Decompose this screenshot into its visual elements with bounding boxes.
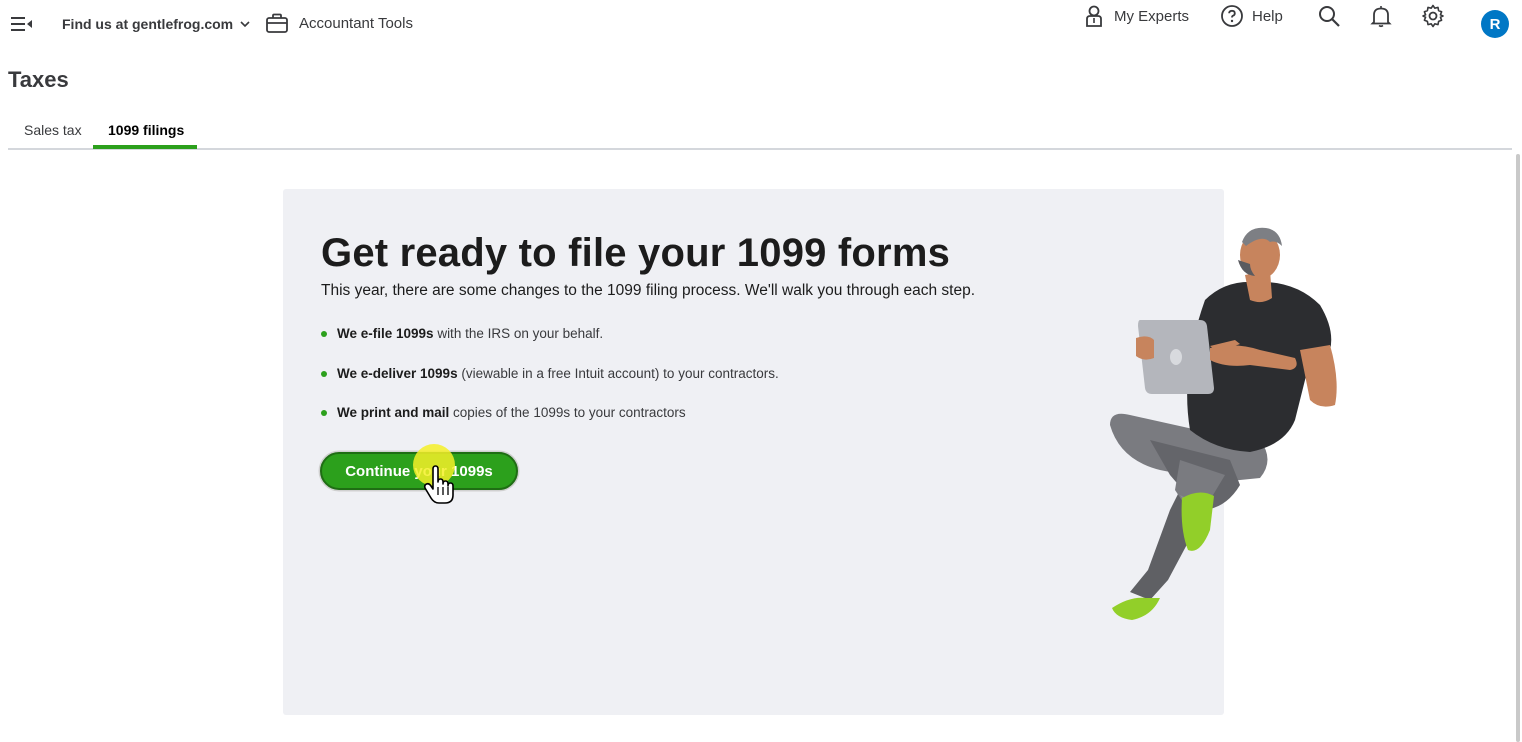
user-avatar[interactable]: R <box>1481 10 1509 38</box>
bullet-dot-icon <box>321 370 327 377</box>
person-icon <box>1086 5 1102 27</box>
chevron-down-icon <box>240 21 250 28</box>
bullet-text: copies of the 1099s to your contractors <box>449 405 686 420</box>
briefcase-icon <box>266 13 288 33</box>
bullet-text: (viewable in a free Intuit account) to y… <box>457 365 779 381</box>
bullet-bold-text: We e-file 1099s <box>337 326 434 341</box>
accountant-tools-label: Accountant Tools <box>299 14 413 32</box>
menu-toggle-icon[interactable] <box>10 13 34 35</box>
tab-sales-tax[interactable]: Sales tax <box>24 122 82 150</box>
continue-1099s-button[interactable]: Continue your 1099s <box>320 452 518 490</box>
my-experts-button[interactable]: My Experts <box>1082 0 1189 32</box>
tab-bar: Sales tax 1099 filings <box>8 112 1512 150</box>
help-label: Help <box>1252 7 1283 25</box>
my-experts-label: My Experts <box>1114 7 1190 25</box>
active-tab-indicator <box>93 145 197 149</box>
person-with-tablet-illustration <box>1110 227 1337 620</box>
list-item: We e-file 1099s with the IRS on your beh… <box>321 326 779 366</box>
bullet-bold-text: We e-deliver 1099s <box>337 365 458 381</box>
company-selector[interactable]: Find us at gentlefrog.com <box>62 16 251 32</box>
list-item: We e-deliver 1099s (viewable in a free I… <box>321 366 779 406</box>
scroll-thumb[interactable] <box>1516 154 1520 742</box>
bullet-dot-icon <box>321 410 327 416</box>
list-item: We print and mail copies of the 1099s to… <box>321 405 779 445</box>
settings-button[interactable] <box>1421 0 1445 32</box>
search-button[interactable] <box>1317 0 1341 32</box>
notifications-button[interactable] <box>1369 0 1393 32</box>
bullet-bold-text: We print and mail <box>337 405 450 420</box>
bell-icon <box>1370 6 1392 28</box>
help-icon <box>1221 5 1243 27</box>
bullet-text: with the IRS on your behalf. <box>433 326 604 341</box>
search-icon <box>1319 6 1340 27</box>
gear-icon <box>1422 4 1444 28</box>
bullet-dot-icon <box>321 331 327 337</box>
help-button[interactable]: Help <box>1220 0 1283 32</box>
feature-list: We e-file 1099s with the IRS on your beh… <box>321 326 779 445</box>
company-label: Find us at gentlefrog.com <box>62 16 234 32</box>
page-title: Taxes <box>8 67 69 92</box>
accountant-tools-button[interactable]: Accountant Tools <box>265 11 413 35</box>
page-scrollbar[interactable] <box>1514 150 1522 742</box>
card-headline: Get ready to file your 1099 forms <box>321 231 951 275</box>
top-bar: Find us at gentlefrog.com Accountant Too… <box>0 0 1522 48</box>
card-subline: This year, there are some changes to the… <box>321 282 976 299</box>
